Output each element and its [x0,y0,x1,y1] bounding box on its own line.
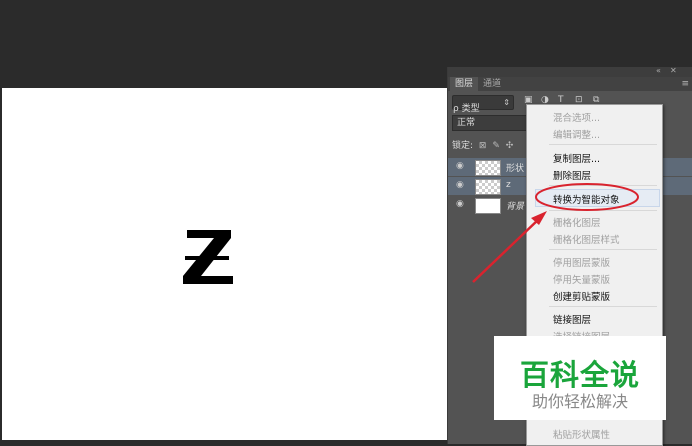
menu-item-duplicate-layer[interactable]: 复制图层... [553,151,600,165]
filter-chevron-icon: ⇕ [503,98,510,107]
lock-move-icon[interactable]: ✣ [506,141,514,151]
menu-item-paste-shape-attributes[interactable]: 粘贴形状属性 [553,427,610,441]
lock-row: 锁定: ⊠ ✎ ✣ [452,138,513,151]
panel-tabs: 图层 通道 ≡ [448,77,692,91]
lock-paint-icon[interactable]: ✎ [492,141,500,151]
close-icon[interactable]: ✕ [670,66,677,75]
layer-thumbnail [475,160,501,176]
menu-separator [549,306,657,307]
watermark-subtitle: 助你轻松解决 [531,392,628,411]
lock-transparency-icon[interactable]: ⊠ [479,141,487,151]
collapse-icon[interactable]: « [656,66,661,75]
menu-separator [549,210,657,211]
menu-item-convert-smart-object[interactable]: 转换为智能对象 [553,192,620,206]
menu-item-rasterize-layer[interactable]: 栅格化图层 [553,215,601,229]
menu-item-disable-layer-mask[interactable]: 停用图层蒙版 [553,255,610,269]
menu-separator [549,249,657,250]
menu-item-delete-layer[interactable]: 删除图层 [553,168,591,182]
filter-label: ρ 类型 [453,104,480,114]
menu-item-create-clipping-mask[interactable]: 创建剪贴蒙版 [553,289,610,303]
tab-layers[interactable]: 图层 [450,77,479,91]
layer-thumbnail [475,198,501,214]
layer-filter-select[interactable]: ρ 类型 ⇕ [452,95,514,114]
visibility-eye-icon[interactable]: ◉ [456,199,464,209]
panel-menu-icon[interactable]: ≡ [681,77,689,91]
menu-separator [549,144,657,145]
tab-channels[interactable]: 通道 [478,77,506,91]
menu-item-edit-adjustment[interactable]: 编辑调整... [553,127,600,141]
menu-item-link-layers[interactable]: 链接图层 [553,312,591,326]
watermark-logo: 百科全说 助你轻松解决 [494,336,666,420]
menu-item-blending-options[interactable]: 混合选项... [553,110,600,124]
z-glyph [183,230,233,284]
layer-name: 背景 [506,202,525,212]
visibility-eye-icon[interactable]: ◉ [456,161,464,171]
menu-item-disable-vector-mask[interactable]: 停用矢量蒙版 [553,272,610,286]
menu-item-rasterize-style[interactable]: 栅格化图层样式 [553,232,620,246]
panel-titlebar: « ✕ [448,66,692,77]
layer-thumbnail [475,179,501,195]
lock-label: 锁定: [452,141,474,151]
visibility-eye-icon[interactable]: ◉ [456,180,464,190]
menu-separator [549,185,657,186]
layer-name: z [506,180,511,190]
layer-name: 形状 [506,164,525,174]
